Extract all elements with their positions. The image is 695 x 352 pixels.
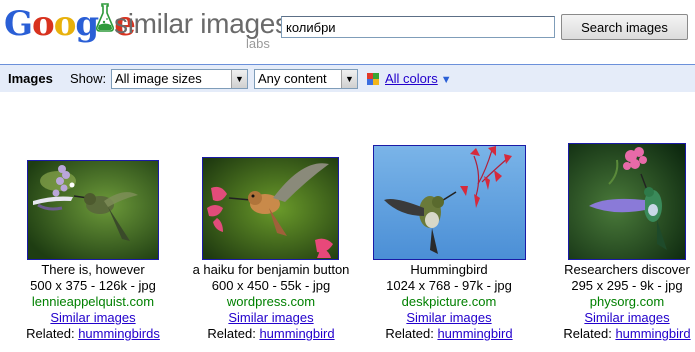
result-title: There is, however (41, 262, 145, 277)
result-item: There is, however 500 x 375 - 126k - jpg… (8, 140, 178, 342)
result-meta: 600 x 450 - 55k - jpg (211, 278, 331, 293)
filter-bar: Images Show: All image sizes ▼ Any conte… (0, 64, 695, 92)
result-meta: 295 x 295 - 9k - jpg (571, 278, 683, 293)
result-domain[interactable]: physorg.com (542, 294, 695, 310)
related-row: Related: hummingbird (542, 326, 695, 342)
result-item: Hummingbird 1024 x 768 - 97k - jpg deskp… (364, 140, 534, 342)
result-meta: 500 x 375 - 126k - jpg (30, 278, 156, 293)
result-title: Researchers discover (564, 262, 690, 277)
result-thumbnail[interactable] (373, 145, 526, 260)
search-images-button[interactable]: Search images (561, 14, 688, 40)
related-link[interactable]: hummingbird (259, 326, 334, 341)
result-title: a haiku for benjamin button (192, 262, 350, 277)
related-label: Related: (207, 326, 256, 341)
related-label: Related: (563, 326, 612, 341)
related-row: Related: hummingbirds (8, 326, 178, 342)
search-input[interactable] (281, 16, 555, 38)
result-thumbnail[interactable] (202, 157, 339, 260)
result-meta: 1024 x 768 - 97k - jpg (386, 278, 512, 293)
color-palette-icon (367, 73, 379, 85)
image-size-select[interactable]: All image sizes ▼ (111, 69, 248, 89)
image-size-value: All image sizes (115, 71, 202, 86)
filter-bar-title: Images (8, 71, 53, 86)
related-row: Related: hummingbird (364, 326, 534, 342)
related-label: Related: (385, 326, 434, 341)
triangle-down-icon: ▼ (440, 74, 452, 86)
similar-images-link[interactable]: Similar images (228, 310, 313, 326)
result-title: Hummingbird (410, 262, 488, 277)
result-item: Researchers discover 295 x 295 - 9k - jp… (542, 140, 695, 342)
labs-label: labs (246, 36, 270, 51)
all-colors-dropdown[interactable]: All colors ▼ (385, 71, 452, 86)
chevron-down-icon: ▼ (341, 70, 357, 88)
related-link[interactable]: hummingbird (615, 326, 690, 341)
result-item: a haiku for benjamin button 600 x 450 - … (186, 140, 356, 342)
result-domain[interactable]: wordpress.com (186, 294, 356, 310)
similar-images-link[interactable]: Similar images (584, 310, 669, 326)
related-label: Related: (26, 326, 75, 341)
content-type-value: Any content (258, 71, 327, 86)
header: Googe similar images labs Search images (0, 0, 695, 62)
result-domain[interactable]: deskpicture.com (364, 294, 534, 310)
result-domain[interactable]: lennieappelquist.com (8, 294, 178, 310)
similar-images-link[interactable]: Similar images (406, 310, 491, 326)
content-type-select[interactable]: Any content ▼ (254, 69, 358, 89)
show-label: Show: (70, 71, 107, 86)
related-link[interactable]: hummingbird (437, 326, 512, 341)
chevron-down-icon: ▼ (231, 70, 247, 88)
all-colors-link[interactable]: All colors (385, 71, 438, 86)
result-thumbnail[interactable] (27, 160, 159, 260)
related-row: Related: hummingbird (186, 326, 356, 342)
similar-images-link[interactable]: Similar images (50, 310, 135, 326)
related-link[interactable]: hummingbirds (78, 326, 160, 341)
result-thumbnail[interactable] (568, 143, 686, 260)
flask-icon (96, 0, 115, 35)
